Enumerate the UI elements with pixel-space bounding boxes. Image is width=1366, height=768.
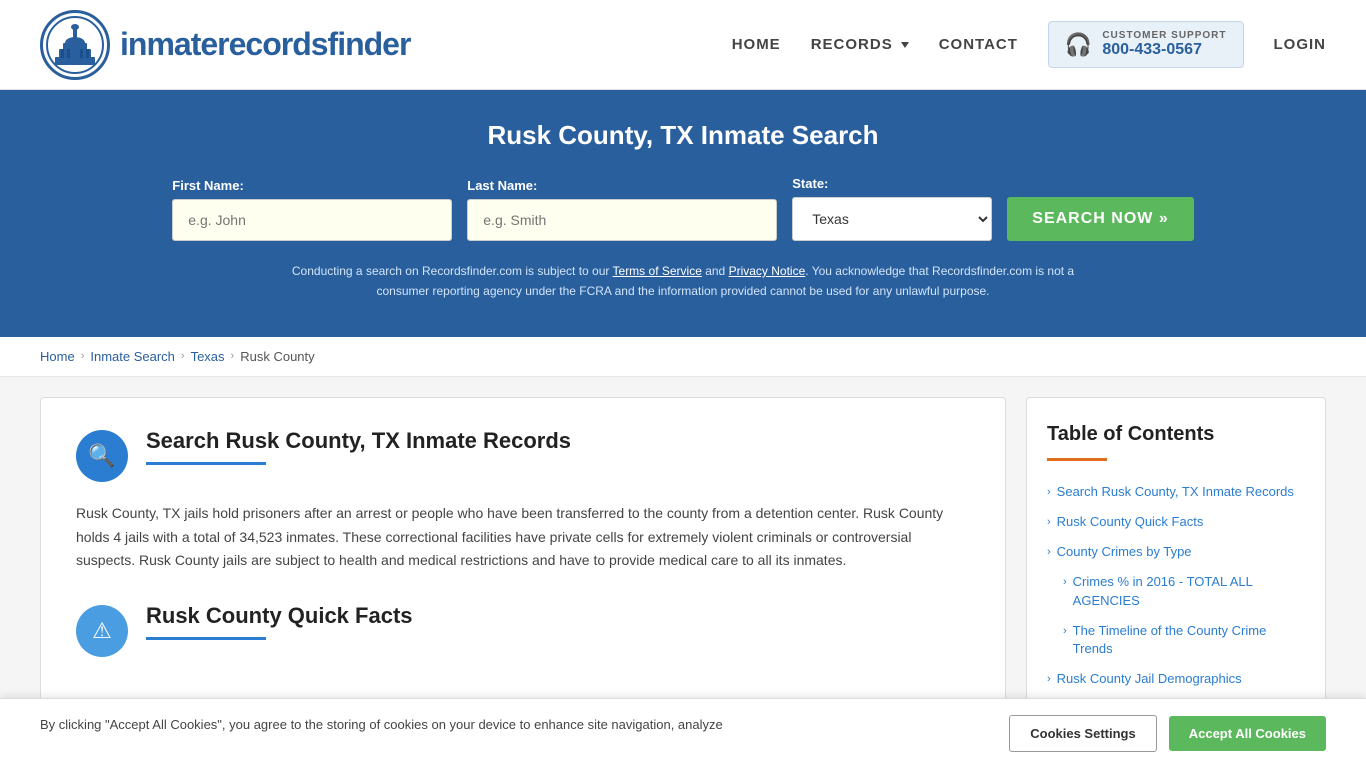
section-body: Rusk County, TX jails hold prisoners aft…: [76, 502, 970, 573]
quick-facts-header: ⚠ Rusk County Quick Facts: [76, 603, 970, 657]
last-name-group: Last Name:: [467, 178, 777, 241]
quick-facts-title-wrap: Rusk County Quick Facts: [146, 603, 413, 640]
toc-link[interactable]: Search Rusk County, TX Inmate Records: [1057, 483, 1294, 501]
toc-item[interactable]: › County Crimes by Type: [1047, 537, 1305, 567]
toc-list: › Search Rusk County, TX Inmate Records › R…: [1047, 477, 1305, 695]
info-icon: ⚠: [92, 618, 112, 644]
cookie-banner: By clicking "Accept All Cookies", you ag…: [0, 698, 1366, 768]
privacy-link[interactable]: Privacy Notice: [729, 264, 806, 278]
cookie-accept-button[interactable]: Accept All Cookies: [1169, 716, 1326, 751]
breadcrumb-sep-2: ›: [181, 350, 185, 362]
toc-link[interactable]: Rusk County Quick Facts: [1057, 513, 1204, 531]
toc-link[interactable]: County Crimes by Type: [1057, 543, 1192, 561]
nav-login[interactable]: LOGIN: [1274, 36, 1327, 53]
breadcrumb-county: Rusk County: [240, 349, 314, 364]
state-group: State: Texas: [792, 176, 992, 241]
nav-area: HOME RECORDS CONTACT 🎧 CUSTOMER SUPPORT …: [732, 21, 1326, 68]
breadcrumb-sep-1: ›: [81, 350, 85, 362]
logo-icon: [40, 10, 110, 80]
header: inmaterecordsfinder HOME RECORDS CONTACT…: [0, 0, 1366, 90]
toc-item[interactable]: › Rusk County Quick Facts: [1047, 507, 1305, 537]
support-text: CUSTOMER SUPPORT 800-433-0567: [1102, 30, 1226, 59]
toc-chevron-icon: ›: [1063, 625, 1067, 637]
first-name-label: First Name:: [172, 178, 452, 193]
main-content: 🔍 Search Rusk County, TX Inmate Records …: [0, 377, 1366, 741]
cookie-text: By clicking "Accept All Cookies", you ag…: [40, 715, 989, 735]
logo-area: inmaterecordsfinder: [40, 10, 410, 80]
toc-chevron-icon: ›: [1047, 516, 1051, 528]
nav-records[interactable]: RECORDS: [811, 36, 909, 53]
content-left: 🔍 Search Rusk County, TX Inmate Records …: [40, 397, 1006, 721]
section-title: Search Rusk County, TX Inmate Records: [146, 428, 571, 454]
search-section-icon: 🔍: [76, 430, 128, 482]
hero-title: Rusk County, TX Inmate Search: [40, 120, 1326, 151]
toc-title: Table of Contents: [1047, 423, 1305, 446]
toc-chevron-icon: ›: [1047, 673, 1051, 685]
quick-facts-icon: ⚠: [76, 605, 128, 657]
first-name-group: First Name:: [172, 178, 452, 241]
logo-text: inmaterecordsfinder: [120, 26, 410, 63]
main-section-header: 🔍 Search Rusk County, TX Inmate Records: [76, 428, 970, 482]
toc-link[interactable]: The Timeline of the County Crime Trends: [1073, 622, 1305, 658]
search-icon: 🔍: [88, 443, 115, 469]
logo-text-part2: finder: [328, 26, 411, 62]
breadcrumb-state[interactable]: Texas: [191, 349, 225, 364]
first-name-input[interactable]: [172, 199, 452, 241]
content-right: Table of Contents › Search Rusk County, T…: [1026, 397, 1326, 721]
support-label: CUSTOMER SUPPORT: [1102, 30, 1226, 41]
toc-item[interactable]: › The Timeline of the County Crime Trends: [1047, 616, 1305, 664]
last-name-input[interactable]: [467, 199, 777, 241]
quick-facts-title: Rusk County Quick Facts: [146, 603, 413, 629]
logo-text-part1: inmaterecords: [120, 26, 328, 62]
headphone-icon: 🎧: [1065, 32, 1092, 58]
toc-chevron-icon: ›: [1047, 486, 1051, 498]
state-label: State:: [792, 176, 992, 191]
search-form: First Name: Last Name: State: Texas SEAR…: [40, 176, 1326, 241]
toc-underline: [1047, 458, 1107, 461]
records-chevron-icon: [901, 42, 909, 48]
nav-contact[interactable]: CONTACT: [939, 36, 1018, 53]
breadcrumb-home[interactable]: Home: [40, 349, 75, 364]
last-name-label: Last Name:: [467, 178, 777, 193]
hero-section: Rusk County, TX Inmate Search First Name…: [0, 90, 1366, 337]
quick-facts-underline: [146, 637, 266, 640]
section-title-wrap: Search Rusk County, TX Inmate Records: [146, 428, 571, 465]
toc-item[interactable]: › Crimes % in 2016 - TOTAL ALL AGENCIES: [1047, 567, 1305, 615]
toc-item[interactable]: › Search Rusk County, TX Inmate Records: [1047, 477, 1305, 507]
cookie-buttons: Cookies Settings Accept All Cookies: [1009, 715, 1326, 752]
toc-link[interactable]: Rusk County Jail Demographics: [1057, 670, 1242, 688]
terms-link[interactable]: Terms of Service: [613, 264, 702, 278]
state-select[interactable]: Texas: [792, 197, 992, 241]
breadcrumb-inmate-search[interactable]: Inmate Search: [90, 349, 175, 364]
breadcrumb-sep-3: ›: [231, 350, 235, 362]
toc-chevron-icon: ›: [1063, 576, 1067, 588]
toc-item[interactable]: › Rusk County Jail Demographics: [1047, 664, 1305, 694]
search-button[interactable]: SEARCH NOW »: [1007, 197, 1193, 241]
section-title-underline: [146, 462, 266, 465]
nav-home[interactable]: HOME: [732, 36, 781, 53]
breadcrumb: Home › Inmate Search › Texas › Rusk Coun…: [0, 337, 1366, 377]
toc-chevron-icon: ›: [1047, 546, 1051, 558]
customer-support-box[interactable]: 🎧 CUSTOMER SUPPORT 800-433-0567: [1048, 21, 1244, 68]
support-number: 800-433-0567: [1102, 41, 1226, 59]
hero-disclaimer: Conducting a search on Recordsfinder.com…: [273, 261, 1093, 302]
quick-facts-section: ⚠ Rusk County Quick Facts: [76, 603, 970, 657]
toc-link[interactable]: Crimes % in 2016 - TOTAL ALL AGENCIES: [1073, 573, 1305, 609]
cookie-settings-button[interactable]: Cookies Settings: [1009, 715, 1156, 752]
